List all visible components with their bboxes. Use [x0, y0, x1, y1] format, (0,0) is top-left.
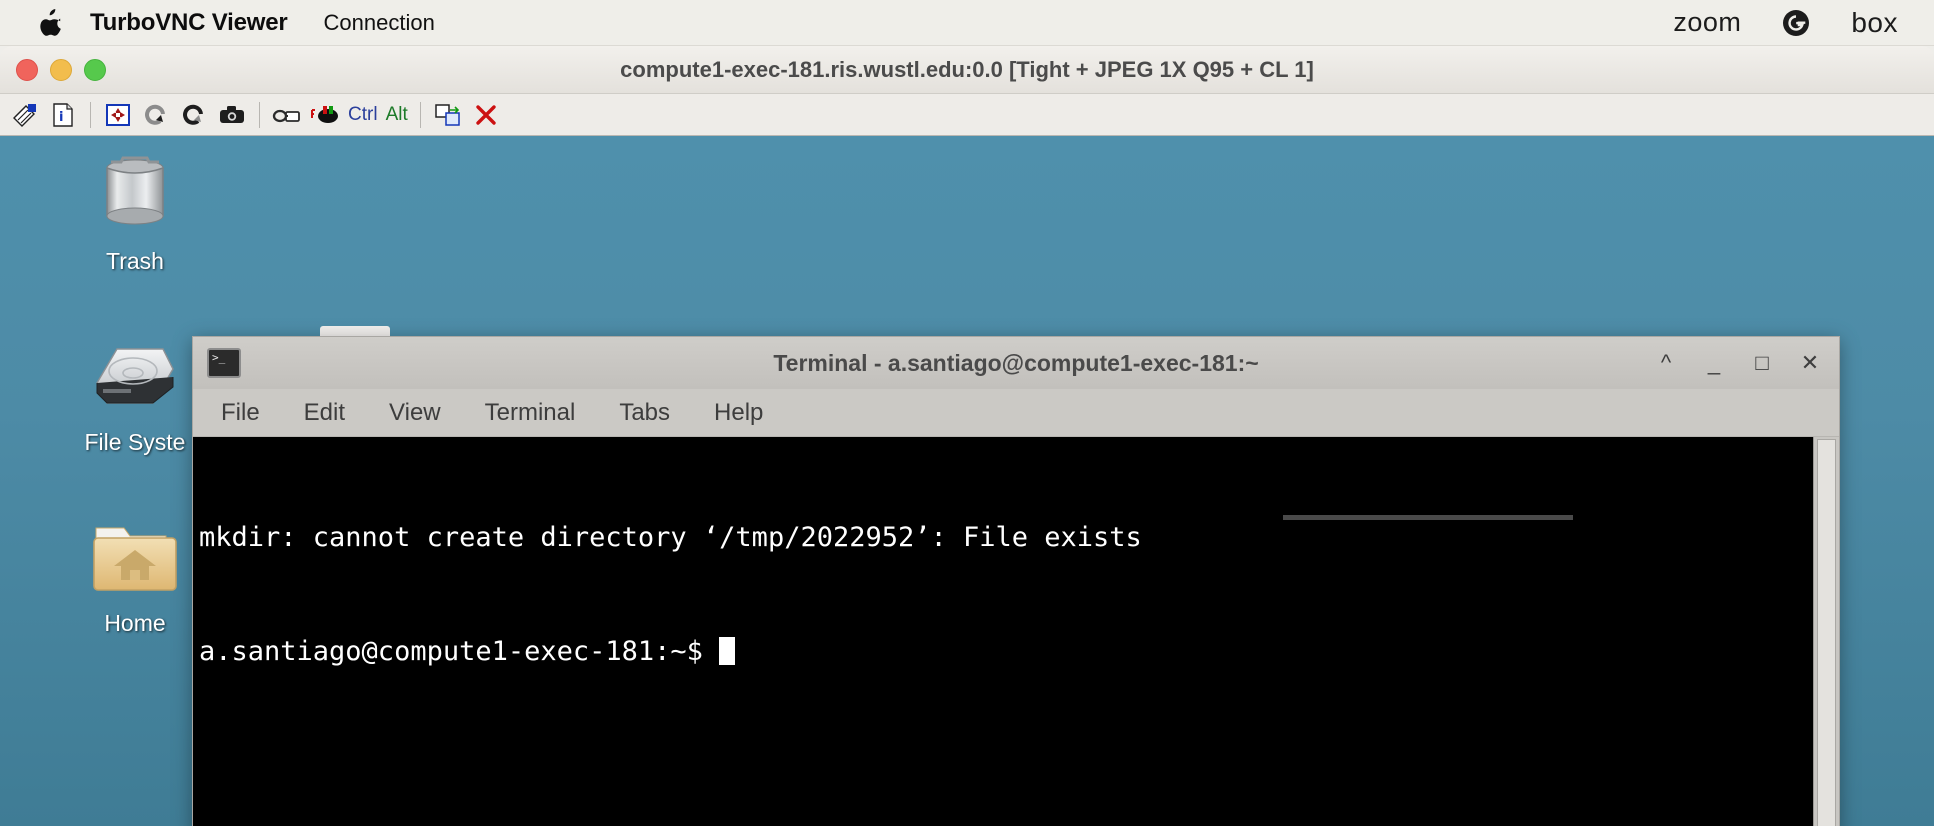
new-connection-icon[interactable] — [6, 97, 44, 133]
terminal-menu-view[interactable]: View — [389, 399, 441, 427]
desktop-icon-column: Trash File Syste Home — [60, 146, 210, 689]
toolbar-separator — [419, 101, 421, 128]
screenshot-camera-icon[interactable] — [213, 97, 251, 133]
terminal-body[interactable]: mkdir: cannot create directory ‘/tmp/202… — [193, 437, 1839, 826]
terminal-menu-tabs[interactable]: Tabs — [619, 399, 670, 427]
maximize-window-button[interactable] — [84, 58, 106, 81]
refresh-right-icon[interactable] — [175, 97, 213, 133]
mac-app-title[interactable]: TurboVNC Viewer — [90, 9, 288, 37]
terminal-output-line: mkdir: cannot create directory ‘/tmp/202… — [199, 522, 1142, 553]
close-button[interactable]: ✕ — [1799, 350, 1821, 376]
desktop-icon-file-system[interactable]: File Syste — [60, 327, 210, 456]
zoom-status-item[interactable]: zoom — [1673, 7, 1741, 38]
terminal-menu-terminal[interactable]: Terminal — [485, 399, 576, 427]
refresh-left-icon[interactable] — [137, 97, 175, 133]
clipboard-transfer-icon[interactable] — [429, 97, 467, 133]
terminal-menu-edit[interactable]: Edit — [304, 399, 345, 427]
mac-menubar-status-items: zoom box — [1673, 6, 1898, 40]
window-traffic-lights — [16, 58, 106, 81]
terminal-menu-help[interactable]: Help — [714, 399, 763, 427]
terminal-screen[interactable]: mkdir: cannot create directory ‘/tmp/202… — [193, 437, 1813, 826]
send-ctrl-label[interactable]: Ctrl — [344, 104, 382, 126]
desktop-icon-label: Trash — [106, 248, 164, 274]
terminal-cursor — [719, 637, 736, 665]
terminal-window-title: Terminal - a.santiago@compute1-exec-181:… — [773, 349, 1259, 376]
grammarly-status-icon[interactable] — [1779, 6, 1813, 40]
ctrl-alt-del-icon[interactable] — [306, 97, 344, 133]
vnc-toolbar: i Ctrl Alt — [0, 94, 1934, 136]
minimize-window-button[interactable] — [50, 58, 72, 81]
mac-menu-bar: TurboVNC Viewer Connection zoom box — [0, 0, 1934, 46]
shade-button[interactable]: ^ — [1655, 350, 1677, 376]
terminal-menu-bar: File Edit View Terminal Tabs Help — [193, 389, 1839, 437]
terminal-window: Terminal - a.santiago@compute1-exec-181:… — [192, 336, 1840, 826]
vnc-title-bar[interactable]: compute1-exec-181.ris.wustl.edu:0.0 [Tig… — [0, 46, 1934, 94]
send-alt-label[interactable]: Alt — [382, 104, 412, 126]
home-folder-icon — [60, 508, 210, 604]
terminal-app-icon — [207, 348, 241, 378]
mac-menu-connection[interactable]: Connection — [324, 10, 435, 36]
file-system-icon — [60, 327, 210, 423]
terminal-title-bar[interactable]: Terminal - a.santiago@compute1-exec-181:… — [193, 337, 1839, 389]
toolbar-separator — [90, 101, 91, 128]
turbovnc-window: compute1-exec-181.ris.wustl.edu:0.0 [Tig… — [0, 46, 1934, 826]
remote-desktop[interactable]: Trash File Syste Home >_ Terminal - a.sa… — [0, 136, 1934, 826]
toolbar-separator — [259, 101, 260, 128]
connection-info-icon[interactable]: i — [44, 97, 82, 133]
vnc-window-title: compute1-exec-181.ris.wustl.edu:0.0 [Tig… — [620, 56, 1314, 82]
keyboard-icon[interactable] — [268, 97, 306, 133]
terminal-scrollbar-thumb[interactable] — [1817, 439, 1836, 826]
close-window-button[interactable] — [16, 58, 38, 81]
terminal-prompt-text: a.santiago@compute1-exec-181:~$ — [199, 636, 720, 667]
minimize-button[interactable]: _ — [1703, 350, 1725, 376]
trash-icon — [60, 146, 210, 242]
terminal-window-controls: ^ _ □ ✕ — [1655, 350, 1821, 376]
terminal-menu-file[interactable]: File — [221, 399, 260, 427]
terminal-scrollbar[interactable] — [1813, 437, 1839, 826]
terminal-prompt-line: a.santiago@compute1-exec-181:~$ — [199, 633, 1813, 671]
desktop-icon-home[interactable]: Home — [60, 508, 210, 637]
desktop-icon-label: File Syste — [84, 429, 186, 455]
desktop-icon-trash[interactable]: Trash — [60, 146, 210, 275]
svg-text:i: i — [59, 110, 63, 125]
maximize-button[interactable]: □ — [1751, 350, 1773, 376]
desktop-icon-label: Home — [104, 610, 166, 636]
box-status-item[interactable]: box — [1851, 7, 1898, 39]
center-window-icon[interactable] — [99, 97, 137, 133]
apple-logo-icon[interactable] — [38, 8, 64, 38]
disconnect-icon[interactable] — [467, 97, 505, 133]
terminal-render-artifact — [1283, 515, 1573, 520]
